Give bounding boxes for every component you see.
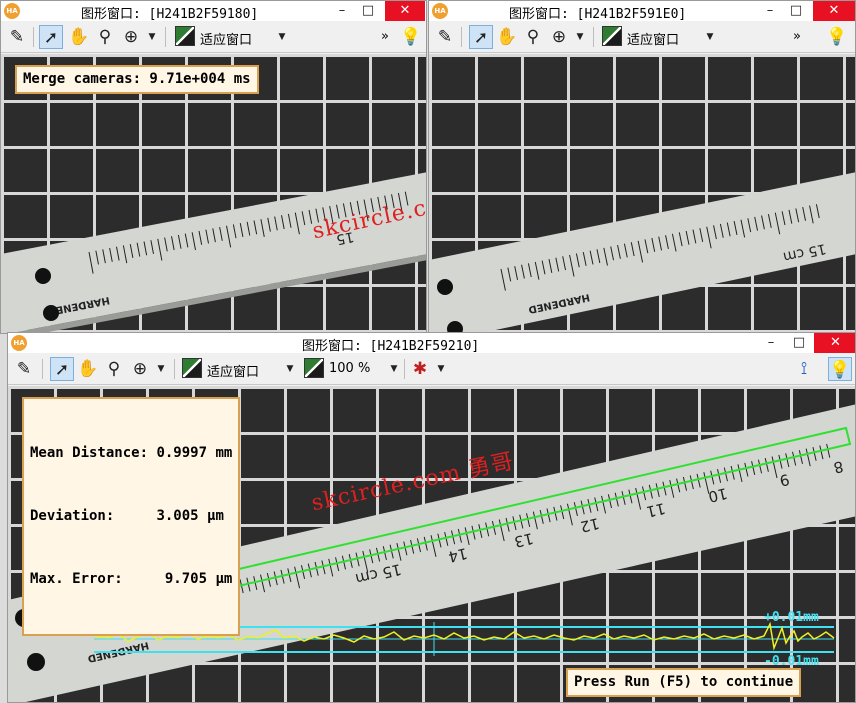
chevron-down-icon[interactable]: ▼ [575, 31, 585, 43]
color-palette-icon[interactable]: ✱ [408, 357, 432, 381]
stat-row: Max. Error: 9.705 µm [30, 569, 232, 590]
lightbulb-icon[interactable]: 💡 [399, 25, 423, 49]
lightbulb-icon[interactable]: 💡 [828, 357, 852, 381]
image-canvas[interactable]: 15 cm 14 13 12 11 10 9 8 HARDENED Mean D… [8, 386, 855, 702]
toolbar-divider [404, 359, 405, 379]
zoom-level-label[interactable]: 100 % [329, 361, 370, 376]
zoom-in-icon[interactable]: ⊕ [128, 357, 152, 381]
merge-time-message: Merge cameras: 9.71e+004 ms [15, 65, 259, 94]
chevron-down-icon[interactable]: ▼ [705, 31, 715, 43]
close-button[interactable]: ✕ [385, 1, 425, 21]
ruler-image: HARDENED 15 cm [429, 172, 855, 333]
measurement-stats-panel: Mean Distance: 0.9997 mm Deviation: 3.00… [22, 397, 241, 636]
chevron-down-icon[interactable]: ▼ [156, 363, 166, 375]
ruler-hole [43, 305, 59, 321]
tolerance-label-bottom: -0.01mm [764, 654, 819, 669]
minimize-button[interactable]: – [756, 333, 786, 353]
pointer-icon[interactable]: ➚ [39, 25, 63, 49]
chevron-down-icon[interactable]: ▼ [436, 363, 446, 375]
continue-message: Press Run (F5) to continue [566, 668, 802, 697]
pointer-icon[interactable]: ➚ [50, 357, 74, 381]
graphics-window-top-right[interactable]: HA 图形窗口: [H241B2F591E0] – □ ✕ ✎ ➚ ✋ ⚲ ⊕ … [428, 0, 856, 334]
chevron-down-icon[interactable]: ▼ [147, 31, 157, 43]
chevron-down-icon[interactable]: ▼ [389, 363, 399, 375]
hand-pan-icon[interactable]: ✋ [495, 25, 519, 49]
halcon-app-icon: HA [432, 3, 448, 19]
title-bar[interactable]: HA 图形窗口: [H241B2F59180] – □ ✕ [1, 1, 426, 22]
ruler-image: HARDENED 15 [1, 172, 426, 333]
zoom-in-icon[interactable]: ⊕ [547, 25, 571, 49]
more-tools-button[interactable]: » [381, 29, 389, 44]
hand-pan-icon[interactable]: ✋ [76, 357, 100, 381]
toolbar-divider [33, 27, 34, 47]
image-canvas[interactable]: HARDENED 15 Merge cameras: 9.71e+004 ms … [1, 54, 426, 333]
maximize-button[interactable]: □ [784, 333, 814, 353]
graphics-window-bottom[interactable]: HA 图形窗口: [H241B2F59210] – □ ✕ ✎ ➚ ✋ ⚲ ⊕ … [7, 332, 856, 703]
title-bar[interactable]: HA 图形窗口: [H241B2F591E0] – □ ✕ [429, 1, 855, 22]
chevron-down-icon[interactable]: ▼ [277, 31, 287, 43]
3d-axes-icon[interactable]: ⟟ [792, 357, 816, 381]
fit-window-icon[interactable] [602, 26, 622, 46]
graphics-toolbar: ✎ ➚ ✋ ⚲ ⊕ ▼ 适应窗口 ▼ » 💡 [1, 21, 426, 53]
pencil-edit-icon[interactable]: ✎ [12, 357, 36, 381]
stat-row: Mean Distance: 0.9997 mm [30, 443, 232, 464]
toolbar-divider [174, 359, 175, 379]
fit-window-label[interactable]: 适应窗口 [627, 29, 679, 48]
stat-value: 0.9997 mm [156, 445, 233, 461]
stat-label: Mean Distance: [30, 445, 149, 461]
ruler-hole [27, 653, 45, 671]
graphics-toolbar: ✎ ➚ ✋ ⚲ ⊕ ▼ 适应窗口 ▼ 100 % ▼ ✱ ▼ ⟟ 💡 [8, 353, 855, 385]
toolbar-divider [42, 359, 43, 379]
stat-value: 9.705 µm [164, 571, 233, 587]
toolbar-divider [593, 27, 594, 47]
window-title: 图形窗口: [H241B2F591E0] [509, 7, 687, 22]
fit-window-label[interactable]: 适应窗口 [200, 29, 252, 48]
zoom-level-icon[interactable] [304, 358, 324, 378]
image-canvas[interactable]: HARDENED 15 cm [429, 54, 855, 333]
pencil-edit-icon[interactable]: ✎ [5, 25, 29, 49]
close-button[interactable]: ✕ [814, 333, 855, 353]
magnifier-icon[interactable]: ⚲ [102, 357, 126, 381]
lightbulb-icon[interactable]: 💡 [825, 25, 849, 49]
more-tools-button[interactable]: » [793, 29, 801, 44]
title-bar[interactable]: HA 图形窗口: [H241B2F59210] – □ ✕ [8, 333, 855, 354]
graphics-window-top-left[interactable]: HA 图形窗口: [H241B2F59180] – □ ✕ ✎ ➚ ✋ ⚲ ⊕ … [0, 0, 427, 334]
fit-window-label[interactable]: 适应窗口 [207, 361, 259, 380]
maximize-button[interactable]: □ [353, 1, 383, 21]
pointer-icon[interactable]: ➚ [469, 25, 493, 49]
ruler-hole [35, 268, 51, 284]
window-title: 图形窗口: [H241B2F59210] [302, 339, 480, 354]
close-button[interactable]: ✕ [813, 1, 855, 21]
stat-value: 3.005 µm [156, 508, 224, 524]
stat-label: Deviation: [30, 508, 115, 524]
window-title: 图形窗口: [H241B2F59180] [81, 7, 259, 22]
pencil-edit-icon[interactable]: ✎ [433, 25, 457, 49]
tolerance-label-top: +0.01mm [764, 610, 819, 625]
stat-row: Deviation: 3.005 µm [30, 506, 232, 527]
ruler-hole [437, 279, 453, 295]
magnifier-icon[interactable]: ⚲ [521, 25, 545, 49]
stat-label: Max. Error: [30, 571, 123, 587]
toolbar-divider [461, 27, 462, 47]
halcon-app-icon: HA [11, 335, 27, 351]
maximize-button[interactable]: □ [781, 1, 811, 21]
halcon-app-icon: HA [4, 3, 20, 19]
chevron-down-icon[interactable]: ▼ [285, 363, 295, 375]
fit-window-icon[interactable] [182, 358, 202, 378]
fit-window-icon[interactable] [175, 26, 195, 46]
graphics-toolbar: ✎ ➚ ✋ ⚲ ⊕ ▼ 适应窗口 ▼ » 💡 [429, 21, 855, 53]
hand-pan-icon[interactable]: ✋ [67, 25, 91, 49]
magnifier-icon[interactable]: ⚲ [93, 25, 117, 49]
toolbar-divider [165, 27, 166, 47]
zoom-in-icon[interactable]: ⊕ [119, 25, 143, 49]
